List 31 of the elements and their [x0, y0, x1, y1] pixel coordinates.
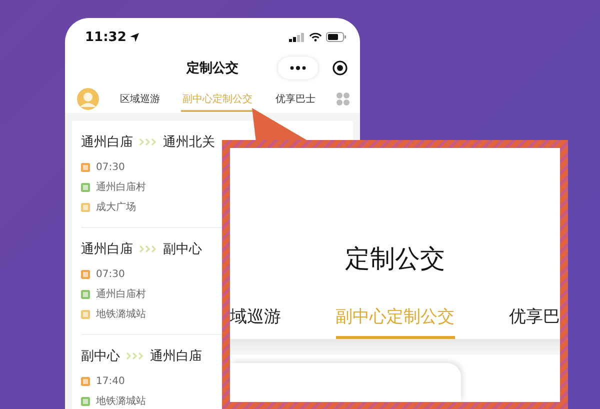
close-target-icon[interactable] — [332, 60, 348, 76]
route-destination[interactable]: 通州北关 — [163, 133, 215, 151]
stop-name: 地铁潞城站 — [96, 394, 146, 408]
departure-time: 07:30 — [96, 268, 125, 280]
more-icon — [290, 66, 306, 70]
chevrons-icon — [126, 352, 144, 360]
status-time: 11:32 — [85, 30, 126, 44]
chevrons-icon — [139, 245, 157, 253]
tab[interactable]: 优享巴士 — [273, 86, 318, 112]
wifi-icon — [309, 32, 322, 42]
departure-time: 07:30 — [96, 162, 125, 172]
callout-title: 定制公交 — [344, 243, 446, 275]
departure-time: 17:40 — [96, 376, 125, 386]
route-destination[interactable]: 副中心 — [163, 240, 202, 258]
stop-name: 成大广场 — [96, 200, 136, 214]
location-arrow-icon — [130, 32, 140, 42]
page-title: 定制公交 — [186, 60, 238, 77]
more-button[interactable] — [278, 57, 318, 79]
tab[interactable]: 区域巡游 — [118, 86, 162, 112]
tab[interactable]: 优享巴 — [509, 305, 560, 339]
route-destination[interactable]: 通州白庙 — [150, 347, 202, 365]
battery-icon — [326, 32, 346, 42]
stop-name: 地铁潞城站 — [96, 308, 146, 321]
chevrons-icon — [139, 138, 157, 146]
signal-icon — [289, 32, 305, 42]
route-origin[interactable]: 通州白庙 — [81, 240, 133, 258]
tab[interactable]: 域巡游 — [230, 305, 281, 339]
route-origin[interactable]: 副中心 — [81, 347, 120, 365]
route-origin[interactable]: 通州白庙 — [81, 133, 133, 151]
stop-name: 通州白庙村 — [96, 288, 146, 301]
stop-name: 通州白庙村 — [96, 180, 146, 194]
